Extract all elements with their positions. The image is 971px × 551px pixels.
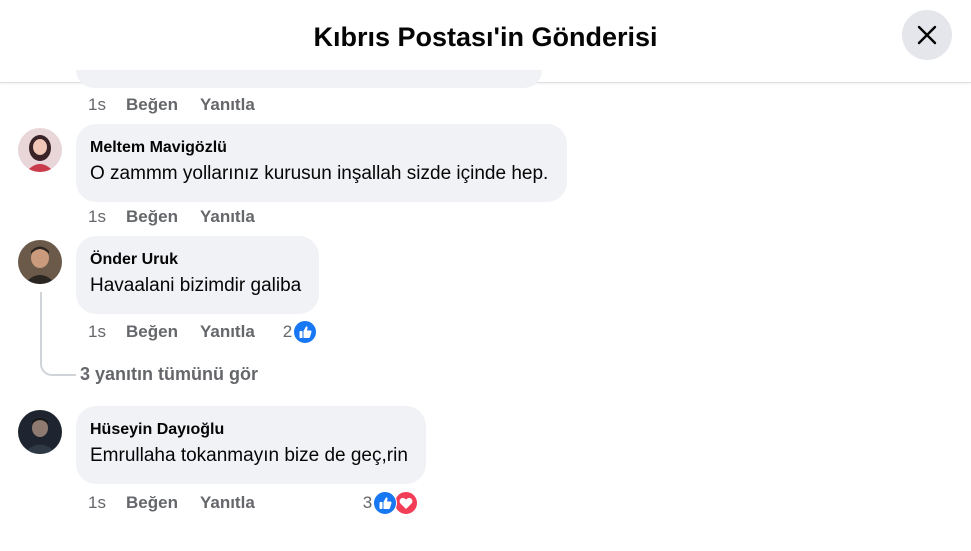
comment-time[interactable]: 1s: [88, 207, 126, 227]
comment-time[interactable]: 1s: [88, 493, 126, 513]
reaction-summary[interactable]: 3: [362, 491, 419, 515]
reply-button[interactable]: Yanıtla: [200, 322, 255, 342]
comment-actions-previous: 1s Beğen Yanıtla: [88, 94, 277, 116]
previous-comment-bubble: [76, 70, 542, 88]
reply-button[interactable]: Yanıtla: [200, 207, 255, 227]
close-icon: [917, 25, 937, 45]
comment-author[interactable]: Önder Uruk: [90, 250, 303, 270]
comment-text: Emrullaha tokanmayın bize de geç,rin: [90, 445, 408, 466]
like-reaction-icon: [373, 491, 398, 515]
avatar[interactable]: [18, 410, 62, 454]
comment-actions: 1s Beğen Yanıtla 3: [88, 491, 428, 515]
comment-time[interactable]: 1s: [88, 95, 126, 115]
like-button[interactable]: Beğen: [126, 493, 178, 513]
comment-bubble: Önder Uruk Havaalani bizimdir galiba: [76, 236, 319, 314]
comment-actions: 1s Beğen Yanıtla 2: [88, 320, 318, 344]
comment-time[interactable]: 1s: [88, 322, 126, 342]
like-reaction-icon: [293, 320, 318, 344]
comment-text: Havaalani bizimdir galiba: [90, 275, 302, 296]
like-button[interactable]: Beğen: [126, 207, 178, 227]
comment-bubble: Meltem Mavigözlü O zammm yollarınız kuru…: [76, 124, 567, 202]
view-all-replies-link[interactable]: 3 yanıtın tümünü gör: [80, 364, 258, 385]
comment-text: O zammm yollarınız kurusun inşallah sizd…: [90, 163, 549, 184]
like-button[interactable]: Beğen: [126, 322, 178, 342]
reaction-summary[interactable]: 2: [282, 320, 318, 344]
love-reaction-icon: [394, 491, 419, 515]
reply-thread-line: [40, 292, 76, 376]
reaction-count: 2: [282, 322, 293, 341]
comment-bubble: Hüseyin Dayıoğlu Emrullaha tokanmayın bi…: [76, 406, 426, 484]
reply-button[interactable]: Yanıtla: [200, 95, 255, 115]
comment-actions: 1s Beğen Yanıtla: [88, 206, 277, 228]
like-button[interactable]: Beğen: [126, 95, 178, 115]
comment-author[interactable]: Meltem Mavigözlü: [90, 138, 551, 158]
reply-button[interactable]: Yanıtla: [200, 493, 255, 513]
close-button[interactable]: [902, 10, 952, 60]
reaction-count: 3: [362, 493, 373, 512]
avatar[interactable]: [18, 128, 62, 172]
dialog-title: Kıbrıs Postası'in Gönderisi: [313, 22, 658, 52]
comment-author[interactable]: Hüseyin Dayıoğlu: [90, 420, 410, 440]
avatar[interactable]: [18, 240, 62, 284]
